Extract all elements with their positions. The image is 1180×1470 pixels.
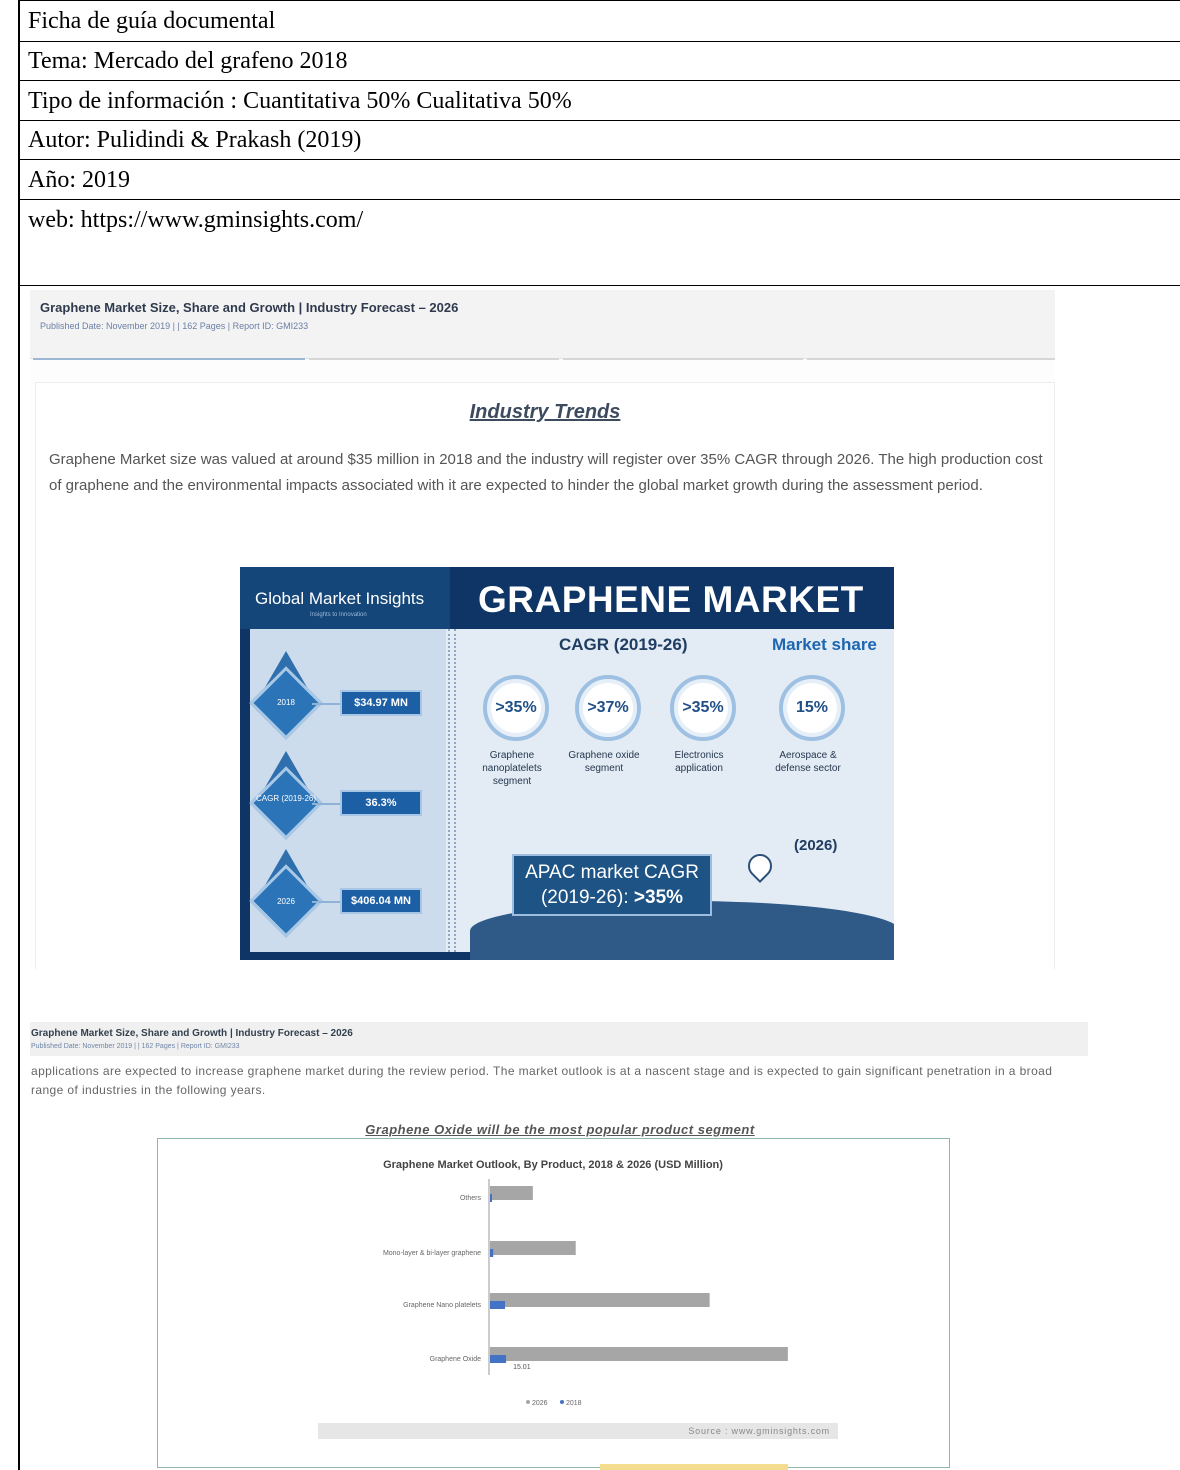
product-outlook-chart: Graphene Market Outlook, By Product, 201… [157, 1138, 950, 1468]
doc-row-text: web: https://www.gminsights.com/ [28, 207, 364, 233]
share-year: (2026) [794, 837, 838, 854]
apac-callout: APAC market CAGR (2019-26): >35% [512, 854, 712, 916]
report-meta: Published Date: November 2019 | | 162 Pa… [31, 1043, 240, 1050]
timeline-label: 2018 [277, 698, 295, 707]
apac-value: >35% [633, 887, 684, 908]
bar-2018-3 [490, 1355, 507, 1363]
timeline-value: 36.3% [340, 790, 422, 816]
bar-2018-2 [490, 1301, 505, 1309]
timeline-value: $406.04 MN [340, 888, 422, 914]
section-paragraph: applications are expected to increase gr… [31, 1064, 1053, 1097]
bar-2026-0 [490, 1186, 533, 1200]
legend-label: 2018 [566, 1400, 582, 1407]
tab[interactable] [563, 348, 803, 360]
doc-row-text: Tipo de información : Cuantitativa 50% C… [28, 87, 572, 114]
category-label: Graphene Oxide [430, 1356, 481, 1363]
report-title: Graphene Market Size, Share and Growth |… [40, 300, 459, 315]
metric-circle: >35% [483, 675, 549, 741]
brand-logo: Global Market Insights [255, 589, 425, 608]
doc-row-web: web: https://www.gminsights.com/ [20, 200, 1180, 286]
report-title: Graphene Market Size, Share and Growth |… [31, 1028, 353, 1039]
metric-label: Electronics application [674, 750, 724, 774]
category-label: Others [460, 1195, 482, 1202]
metric-label: Graphene oxide segment [568, 750, 640, 774]
timeline-connector [312, 703, 342, 705]
metric-label: Graphene nanoplatelets segment [482, 750, 542, 787]
section-heading: Industry Trends [469, 401, 621, 423]
apac-period: (2019-26): [540, 887, 634, 908]
chart-svg: Graphene Market Outlook, By Product, 201… [318, 1159, 838, 1439]
legend-swatch [526, 1400, 530, 1404]
apac-line1: APAC market CAGR [525, 862, 699, 883]
tab[interactable] [309, 348, 559, 360]
report-header: Graphene Market Size, Share and Growth |… [30, 1022, 1088, 1056]
source-text: Source : www.gminsights.com [688, 1426, 830, 1436]
bar-2018-0 [490, 1194, 492, 1202]
embedded-screenshot-industry-trends: Graphene Market Size, Share and Growth |… [30, 290, 1055, 969]
section-heading: Graphene Oxide will be the most popular … [365, 1122, 755, 1137]
map-pin-icon [743, 849, 777, 883]
category-label: Graphene Nano platelets [403, 1302, 481, 1309]
doc-row-author: Autor: Pulidindi & Prakash (2019) [20, 121, 1180, 160]
doc-row-text: Año: 2019 [28, 166, 130, 193]
report-tabs [33, 348, 1055, 360]
metric-circle: 15% [779, 675, 845, 741]
cta-strip[interactable] [600, 1464, 788, 1470]
category-label: Mono-layer & bi-layer graphene [383, 1250, 481, 1257]
timeline-connector [312, 901, 342, 903]
infographic-body: 2018 $34.97 MN CAGR (2019-26) 36.3% 2026… [249, 629, 894, 960]
doc-row-info-type: Tipo de información : Cuantitativa 50% C… [20, 81, 1180, 121]
bar-2026-1 [490, 1241, 576, 1255]
metric-circle: >37% [575, 675, 641, 741]
doc-row-year: Año: 2019 [20, 160, 1180, 200]
section-paragraph: Graphene Market size was valued at aroun… [49, 451, 1043, 494]
timeline-label: CAGR (2019-26) [255, 794, 317, 803]
report-header: Graphene Market Size, Share and Growth |… [30, 290, 1055, 360]
bar-2026-3 [490, 1347, 788, 1361]
doc-row-text: Ficha de guía documental [28, 8, 276, 34]
timeline-connector [312, 803, 342, 805]
legend-label: 2026 [532, 1400, 548, 1407]
timeline-label: 2026 [277, 897, 295, 906]
legend-swatch [560, 1400, 564, 1404]
doc-row-title: Ficha de guía documental [20, 0, 1180, 42]
bar-2018-1 [490, 1249, 494, 1257]
chart-title: Graphene Market Outlook, By Product, 201… [383, 1159, 723, 1171]
doc-row-text: Autor: Pulidindi & Prakash (2019) [28, 127, 362, 153]
brand-tagline: Insights to Innovation [310, 612, 367, 618]
brand-block: Global Market Insights Insights to Innov… [240, 567, 450, 629]
divider [448, 629, 456, 952]
document-table: Ficha de guía documental Tema: Mercado d… [18, 0, 1180, 1470]
market-share-heading: Market share [772, 635, 877, 654]
report-meta: Published Date: November 2019 | | 162 Pa… [40, 321, 309, 331]
data-label: 15.01 [513, 1364, 531, 1371]
doc-row-text: Tema: Mercado del grafeno 2018 [28, 48, 348, 74]
graphene-market-infographic: Global Market Insights Insights to Innov… [240, 567, 894, 960]
apac-line2: (2019-26): >35% [514, 885, 710, 910]
cagr-heading: CAGR (2019-26) [559, 635, 688, 654]
embedded-screenshot-product-chart: Graphene Market Size, Share and Growth |… [30, 1022, 1090, 1470]
timeline-value: $34.97 MN [340, 690, 422, 716]
tab[interactable] [807, 348, 1055, 360]
doc-row-topic: Tema: Mercado del grafeno 2018 [20, 42, 1180, 81]
bar-2026-2 [490, 1293, 710, 1307]
timeline-panel: 2018 $34.97 MN CAGR (2019-26) 36.3% 2026… [249, 629, 446, 952]
infographic-title: GRAPHENE MARKET [478, 579, 864, 620]
metric-circle: >35% [670, 675, 736, 741]
metric-label: Aerospace & defense sector [775, 750, 841, 774]
tab-active[interactable] [33, 348, 305, 360]
